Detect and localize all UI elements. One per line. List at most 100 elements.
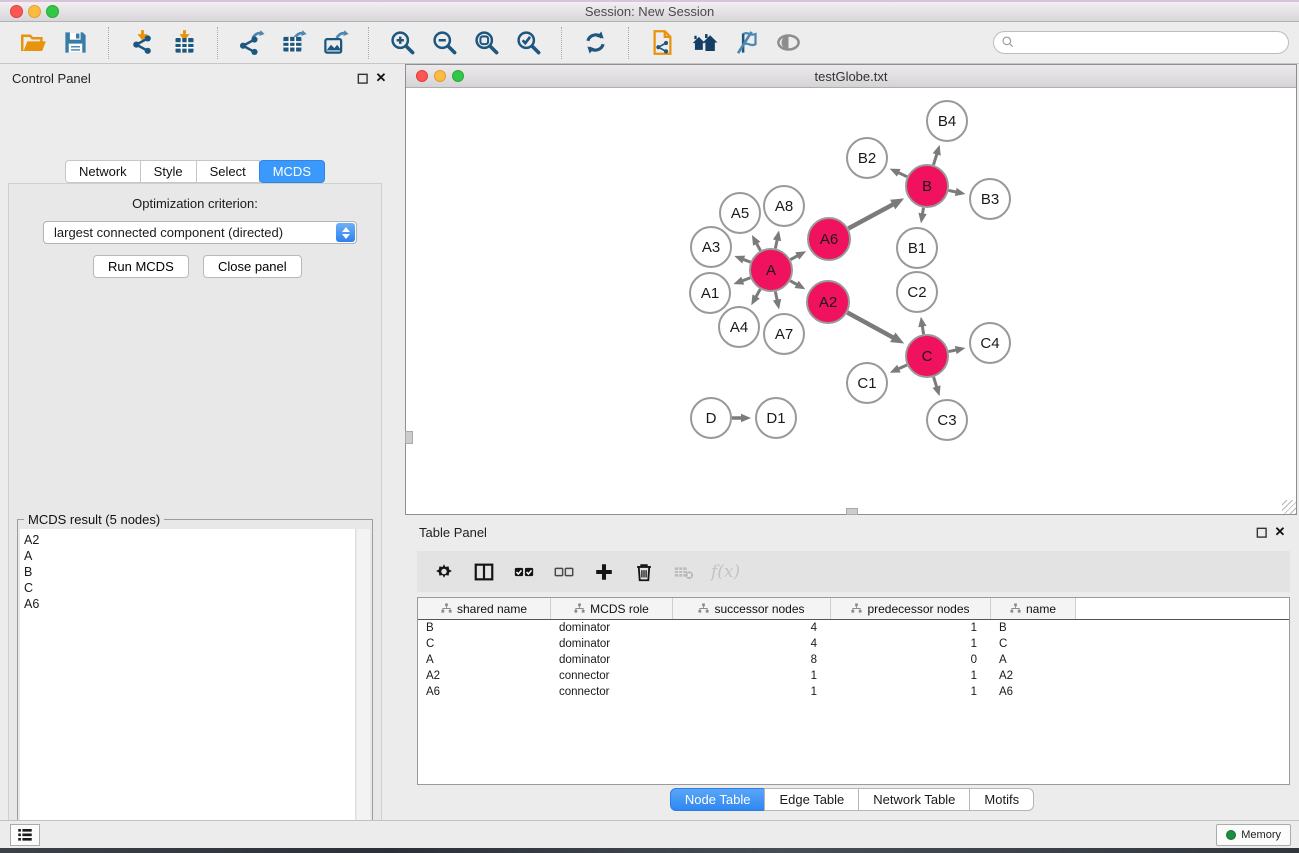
cell-MCDS-role[interactable]: connector <box>551 686 673 698</box>
table-row[interactable]: Cdominator41C <box>418 636 1289 652</box>
cell-predecessor-nodes[interactable]: 0 <box>831 654 991 666</box>
cell-successor-nodes[interactable]: 4 <box>673 622 831 634</box>
cell-shared-name[interactable]: A6 <box>418 686 551 698</box>
network-scroll-mark-bottom[interactable] <box>846 508 858 515</box>
close-panel-icon[interactable]: ✕ <box>374 71 388 85</box>
toggle-bird-view-button[interactable] <box>725 26 767 60</box>
criterion-dropdown[interactable]: largest connected component (directed) <box>43 221 357 244</box>
deselect-all-button[interactable] <box>551 559 577 585</box>
import-table-button[interactable] <box>163 26 205 60</box>
cell-shared-name[interactable]: A2 <box>418 670 551 682</box>
edge-C-C3[interactable] <box>934 377 937 388</box>
cell-predecessor-nodes[interactable]: 1 <box>831 622 991 634</box>
tab-node-table[interactable]: Node Table <box>670 788 766 811</box>
edge-A-A5[interactable] <box>756 243 760 251</box>
edge-A-A2[interactable] <box>790 281 797 285</box>
result-item[interactable]: B <box>24 564 355 580</box>
cell-name[interactable]: A <box>991 654 1076 666</box>
cell-name[interactable]: C <box>991 638 1076 650</box>
task-history-button[interactable] <box>10 824 40 846</box>
edge-A-A6[interactable] <box>790 255 798 259</box>
zoom-out-button[interactable] <box>423 26 465 60</box>
open-file-button[interactable] <box>12 26 54 60</box>
home-view-button[interactable] <box>683 26 725 60</box>
cell-predecessor-nodes[interactable]: 1 <box>831 638 991 650</box>
table-close-panel-icon[interactable]: ✕ <box>1273 525 1287 539</box>
delete-row-button[interactable] <box>631 559 657 585</box>
zoom-in-button[interactable] <box>381 26 423 60</box>
cell-shared-name[interactable]: A <box>418 654 551 666</box>
network-view[interactable]: B4B2BB3A8A5A6B1A3AC2A1A2A4A7C4CC1C3DD1 <box>406 88 1296 514</box>
result-item[interactable]: A6 <box>24 596 355 612</box>
close-panel-button[interactable]: Close panel <box>203 255 302 278</box>
save-session-button[interactable] <box>54 26 96 60</box>
result-item[interactable]: C <box>24 580 355 596</box>
tab-network[interactable]: Network <box>65 160 141 183</box>
cell-MCDS-role[interactable]: dominator <box>551 638 673 650</box>
tab-mcds[interactable]: MCDS <box>259 160 325 183</box>
table-float-panel-icon[interactable] <box>1255 526 1269 540</box>
cell-MCDS-role[interactable]: connector <box>551 670 673 682</box>
split-columns-button[interactable] <box>471 559 497 585</box>
edge-B-B2[interactable] <box>898 172 907 176</box>
table-row[interactable]: A2connector11A2 <box>418 668 1289 684</box>
edge-C-C2[interactable] <box>922 326 923 335</box>
tab-style[interactable]: Style <box>140 160 197 183</box>
column-header-MCDS-role[interactable]: MCDS role <box>551 598 673 619</box>
cell-name[interactable]: B <box>991 622 1076 634</box>
import-network-button[interactable] <box>121 26 163 60</box>
edge-B-B3[interactable] <box>949 190 957 192</box>
edge-A-A8[interactable] <box>775 239 777 248</box>
mcds-result-list[interactable]: A2ABCA6 <box>20 529 356 853</box>
cell-name[interactable]: A2 <box>991 670 1076 682</box>
export-table-button[interactable] <box>272 26 314 60</box>
export-image-button[interactable] <box>314 26 356 60</box>
cell-successor-nodes[interactable]: 4 <box>673 638 831 650</box>
new-network-from-selection-button[interactable] <box>641 26 683 60</box>
edge-A2-C[interactable] <box>847 313 893 338</box>
zoom-fit-button[interactable] <box>465 26 507 60</box>
memory-button[interactable]: Memory <box>1216 824 1291 846</box>
column-header-shared-name[interactable]: shared name <box>418 598 551 619</box>
cell-MCDS-role[interactable]: dominator <box>551 654 673 666</box>
result-item[interactable]: A2 <box>24 532 355 548</box>
result-item[interactable]: A <box>24 548 355 564</box>
cell-MCDS-role[interactable]: dominator <box>551 622 673 634</box>
cell-shared-name[interactable]: B <box>418 622 551 634</box>
tab-edge-table[interactable]: Edge Table <box>764 788 859 811</box>
cell-successor-nodes[interactable]: 1 <box>673 686 831 698</box>
column-header-successor-nodes[interactable]: successor nodes <box>673 598 831 619</box>
edge-A-A7[interactable] <box>775 292 777 301</box>
network-window-titlebar[interactable]: testGlobe.txt <box>406 65 1296 88</box>
column-header-predecessor-nodes[interactable]: predecessor nodes <box>831 598 991 619</box>
tab-motifs[interactable]: Motifs <box>969 788 1034 811</box>
resize-grip-icon[interactable] <box>1282 500 1296 514</box>
edge-A-A4[interactable] <box>756 289 761 297</box>
toggle-graphics-details-button[interactable] <box>767 26 809 60</box>
cell-successor-nodes[interactable]: 8 <box>673 654 831 666</box>
edge-C-C4[interactable] <box>949 350 957 352</box>
cell-shared-name[interactable]: C <box>418 638 551 650</box>
float-panel-icon[interactable] <box>356 72 370 86</box>
table-settings-button[interactable] <box>431 559 457 585</box>
search-input[interactable] <box>993 31 1289 54</box>
add-row-button[interactable] <box>591 559 617 585</box>
result-scrollbar[interactable] <box>357 529 370 853</box>
column-header-name[interactable]: name <box>991 598 1076 619</box>
zoom-selected-button[interactable] <box>507 26 549 60</box>
cell-predecessor-nodes[interactable]: 1 <box>831 670 991 682</box>
tab-network-table[interactable]: Network Table <box>858 788 970 811</box>
run-mcds-button[interactable]: Run MCDS <box>93 255 189 278</box>
network-scroll-mark-left[interactable] <box>405 431 413 444</box>
tab-select[interactable]: Select <box>196 160 260 183</box>
export-network-button[interactable] <box>230 26 272 60</box>
cell-predecessor-nodes[interactable]: 1 <box>831 686 991 698</box>
edge-B-B1[interactable] <box>922 208 923 215</box>
edge-A6-B[interactable] <box>848 204 893 228</box>
edge-A-A3[interactable] <box>743 259 751 262</box>
select-all-button[interactable] <box>511 559 537 585</box>
edge-C-C1[interactable] <box>898 365 907 369</box>
cell-name[interactable]: A6 <box>991 686 1076 698</box>
table-row[interactable]: Adominator80A <box>418 652 1289 668</box>
table-row[interactable]: A6connector11A6 <box>418 684 1289 700</box>
